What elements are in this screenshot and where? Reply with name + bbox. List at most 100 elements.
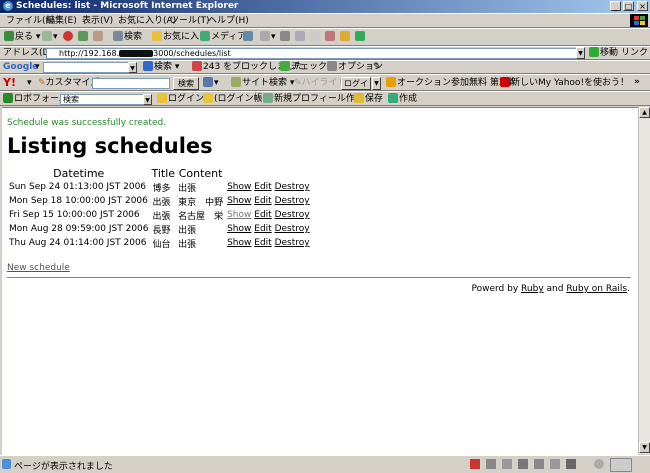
show-link[interactable]: Show	[227, 238, 251, 248]
customize-button[interactable]: ✎カスタマイズ	[38, 77, 99, 90]
site-search-button[interactable]: サイト検索 ▾	[231, 77, 294, 90]
ime-icon[interactable]	[610, 458, 632, 472]
research-button[interactable]	[325, 31, 336, 44]
pencil-icon[interactable]: ✎	[373, 61, 381, 74]
discuss-button[interactable]	[310, 31, 321, 44]
schedules-table: Datetime Title Content Sun Sep 24 01:13:…	[7, 166, 312, 250]
edit-link[interactable]: Edit	[254, 210, 271, 220]
refresh-button[interactable]	[78, 31, 89, 44]
google-search-input[interactable]	[43, 62, 137, 73]
login-dropdown-button[interactable]: ▼	[372, 77, 381, 90]
messenger-button[interactable]	[340, 31, 351, 44]
table-header-row: Datetime Title Content	[7, 166, 312, 180]
help-icon[interactable]	[594, 459, 604, 469]
edit-page-button[interactable]	[295, 31, 306, 44]
edit-link[interactable]: Edit	[254, 182, 271, 192]
edit-link[interactable]: Edit	[254, 224, 271, 234]
close-button[interactable]: ×	[637, 1, 648, 11]
history-button[interactable]	[243, 31, 254, 44]
status-tray-icon[interactable]	[486, 459, 496, 469]
extra-icon	[355, 31, 365, 41]
status-tray-icon[interactable]	[566, 459, 576, 469]
stop-button[interactable]	[63, 31, 74, 44]
auction-link[interactable]: オークション参加無料 第2弾	[386, 77, 514, 90]
forward-button[interactable]: ▾	[42, 31, 58, 44]
maximize-button[interactable]: □	[623, 1, 634, 11]
minimize-button[interactable]: _	[610, 1, 621, 11]
menu-tools[interactable]: ツール(T)	[170, 15, 210, 27]
menu-favorites[interactable]: お気に入り(A)	[118, 15, 176, 27]
mail-button[interactable]: ▾	[260, 31, 276, 44]
destroy-link[interactable]: Destroy	[275, 238, 310, 248]
destroy-link[interactable]: Destroy	[275, 196, 310, 206]
my-yahoo-link[interactable]: 新しいMy Yahoo!を使おう！	[500, 77, 629, 90]
home-button[interactable]	[93, 31, 104, 44]
scroll-up-button[interactable]: ▲	[639, 107, 650, 118]
search-button[interactable]: 検索	[113, 31, 142, 44]
create-button[interactable]: 作成	[388, 93, 417, 106]
refresh-icon	[78, 31, 88, 41]
footer-and: and	[546, 284, 564, 294]
table-row: Thu Aug 24 01:14:00 JST 2006 仙台 出張 Show …	[7, 236, 312, 250]
new-profile-button[interactable]: 新規プロフィール作成	[263, 93, 364, 106]
status-text: ページが表示されました	[14, 462, 113, 472]
address-dropdown-button[interactable]: ▼	[576, 47, 585, 59]
roboform-icon	[3, 93, 13, 103]
roboform-search-input[interactable]: 検索	[60, 94, 152, 105]
menu-view[interactable]: 表示(V)	[82, 15, 113, 27]
cell-datetime: Thu Aug 24 01:14:00 JST 2006	[9, 238, 147, 248]
media-button[interactable]: メディア	[200, 31, 246, 44]
roboform-dropdown-button[interactable]: ▼	[143, 94, 152, 105]
yahoo-login-button[interactable]: ログイン	[341, 77, 371, 99]
yahoo-window-button[interactable]: ▾	[203, 77, 219, 90]
status-tray-icon[interactable]	[518, 459, 528, 469]
column-header-actions	[225, 166, 312, 180]
status-tray-icon[interactable]	[470, 459, 480, 469]
yahoo-menu-icon[interactable]: ▾	[27, 77, 32, 90]
destroy-link[interactable]: Destroy	[275, 210, 310, 220]
roboform-button[interactable]: ロボフォーム	[3, 93, 68, 106]
address-input[interactable]: http://192.168. 3000/schedules/list	[46, 48, 584, 59]
menu-edit[interactable]: 編集(E)	[46, 15, 77, 27]
edit-link[interactable]: Edit	[254, 196, 271, 206]
status-tray-icon[interactable]	[534, 459, 544, 469]
show-link[interactable]: Show	[227, 210, 251, 220]
highlight-button[interactable]: ✎ハイライト	[294, 77, 346, 90]
menu-help[interactable]: ヘルプ(H)	[208, 15, 249, 27]
profile-icon	[263, 93, 273, 103]
show-link[interactable]: Show	[227, 196, 251, 206]
standard-toolbar: 戻る ▾ ▾ 検索 お気に入り メディア ▾	[0, 28, 650, 46]
vertical-scrollbar[interactable]: ▲ ▼	[638, 107, 650, 454]
google-search-button[interactable]: 検索 ▾	[143, 61, 179, 74]
status-tray-icon[interactable]	[550, 459, 560, 469]
toolbar-overflow-icon[interactable]: »	[634, 76, 640, 89]
column-header-datetime: Datetime	[53, 166, 105, 180]
new-schedule-link[interactable]: New schedule	[7, 263, 70, 273]
save-button[interactable]: 保存	[354, 93, 383, 106]
column-header-title: Title	[151, 166, 176, 180]
links-button[interactable]: リンク	[621, 47, 648, 60]
media-icon	[200, 31, 210, 41]
customize-icon: ✎	[38, 78, 46, 88]
auction-icon	[386, 77, 396, 87]
extra-button[interactable]	[355, 31, 366, 44]
show-link[interactable]: Show	[227, 224, 251, 234]
cell-datetime: Sun Sep 24 01:13:00 JST 2006	[9, 182, 147, 192]
yahoo-search-button[interactable]: 検索	[173, 77, 199, 90]
print-button[interactable]	[280, 31, 291, 44]
ruby-link[interactable]: Ruby	[521, 284, 544, 294]
yahoo-search-input[interactable]	[92, 78, 170, 89]
scroll-down-button[interactable]: ▼	[639, 442, 650, 453]
edit-link[interactable]: Edit	[254, 238, 271, 248]
rails-link[interactable]: Ruby on Rails	[566, 284, 627, 294]
back-button[interactable]: 戻る ▾	[4, 31, 40, 44]
status-tray-icon[interactable]	[502, 459, 512, 469]
google-dropdown-button[interactable]: ▼	[128, 62, 137, 73]
google-toolbar: Google ▾ ▼ 検索 ▾ 243 をブロックしました チェック ▾ オプシ…	[0, 60, 650, 74]
go-button[interactable]: 移動	[589, 47, 618, 60]
google-menu-icon[interactable]: ▾	[35, 61, 40, 74]
cell-content: 出張	[178, 239, 197, 250]
destroy-link[interactable]: Destroy	[275, 182, 310, 192]
destroy-link[interactable]: Destroy	[275, 224, 310, 234]
show-link[interactable]: Show	[227, 182, 251, 192]
